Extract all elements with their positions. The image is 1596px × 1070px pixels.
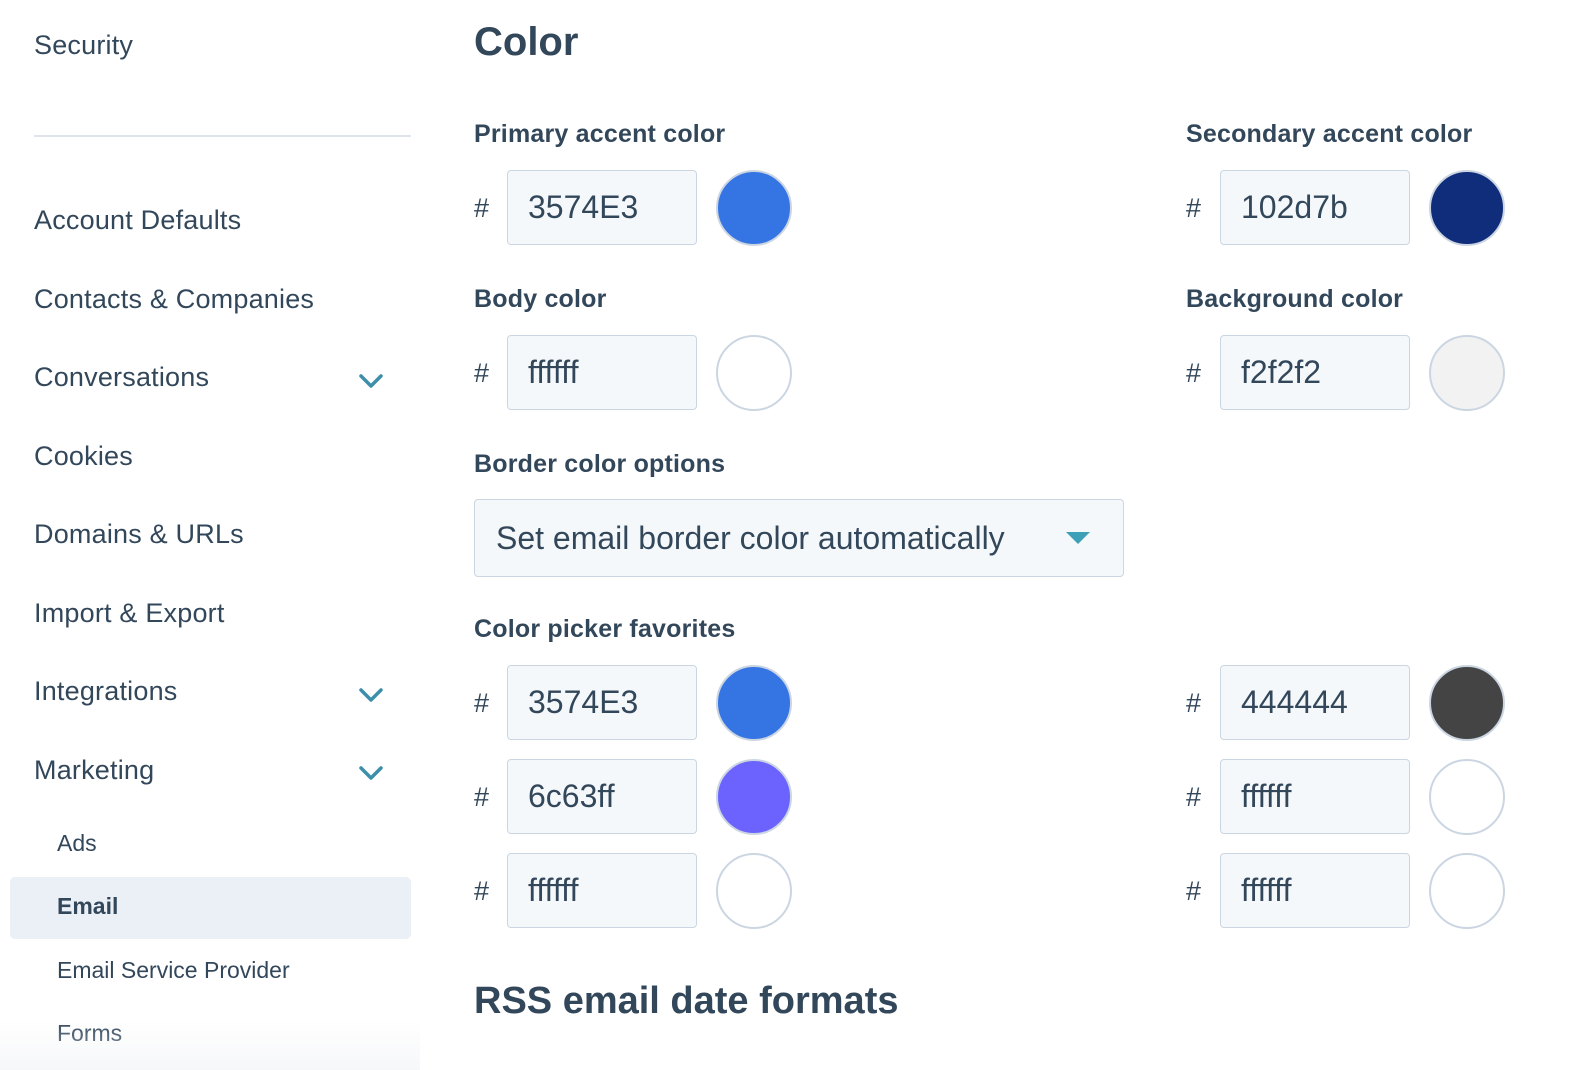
border-color-select[interactable]: Set email border color automatically [474, 499, 1124, 577]
sidebar-item-contacts-companies[interactable]: Contacts & Companies [34, 284, 314, 315]
sidebar-subitem-email[interactable]: Email [57, 893, 118, 920]
color-picker-favorites-label: Color picker favorites [474, 615, 736, 643]
body-color-input[interactable]: ffffff [507, 335, 697, 410]
background-color-input[interactable]: f2f2f2 [1220, 335, 1410, 410]
primary-accent-label: Primary accent color [474, 120, 726, 148]
hash-prefix: # [474, 193, 490, 223]
favorite-color-input[interactable]: 6c63ff [507, 759, 697, 834]
sidebar-item-cookies[interactable]: Cookies [34, 441, 133, 472]
favorite-color-input[interactable]: 444444 [1220, 665, 1410, 740]
favorite-color-input[interactable]: 3574E3 [507, 665, 697, 740]
sidebar-item-marketing[interactable]: Marketing [34, 755, 154, 786]
favorite-color-swatch[interactable] [716, 853, 792, 929]
hash-prefix: # [1186, 876, 1202, 906]
dropdown-caret-icon [1066, 532, 1090, 544]
sidebar-item-account-defaults[interactable]: Account Defaults [34, 205, 241, 236]
sidebar-divider [34, 135, 411, 137]
secondary-accent-swatch[interactable] [1429, 170, 1505, 246]
favorite-color-swatch[interactable] [1429, 853, 1505, 929]
secondary-accent-label: Secondary accent color [1186, 120, 1473, 148]
sidebar-subitem-email-service-provider[interactable]: Email Service Provider [57, 957, 290, 984]
settings-sidebar: Security Account Defaults Contacts & Com… [0, 0, 420, 1070]
primary-accent-input[interactable]: 3574E3 [507, 170, 697, 245]
chevron-down-icon[interactable] [357, 372, 385, 390]
favorite-color-input[interactable]: ffffff [1220, 759, 1410, 834]
sidebar-item-integrations[interactable]: Integrations [34, 676, 178, 707]
body-color-swatch[interactable] [716, 335, 792, 411]
hash-prefix: # [474, 358, 490, 388]
border-color-options-label: Border color options [474, 450, 726, 478]
hash-prefix: # [1186, 193, 1202, 223]
favorite-color-swatch[interactable] [716, 665, 792, 741]
border-color-selected-value: Set email border color automatically [496, 520, 1005, 556]
hash-prefix: # [1186, 358, 1202, 388]
chevron-down-icon[interactable] [357, 764, 385, 782]
hash-prefix: # [1186, 782, 1202, 812]
sidebar-item-conversations[interactable]: Conversations [34, 362, 209, 393]
primary-accent-swatch[interactable] [716, 170, 792, 246]
sidebar-item-domains-urls[interactable]: Domains & URLs [34, 519, 244, 550]
favorite-color-swatch[interactable] [716, 759, 792, 835]
favorite-color-swatch[interactable] [1429, 759, 1505, 835]
background-color-label: Background color [1186, 285, 1404, 313]
favorite-color-input[interactable]: ffffff [1220, 853, 1410, 928]
sidebar-item-security[interactable]: Security [34, 30, 133, 61]
sidebar-item-import-export[interactable]: Import & Export [34, 598, 225, 629]
scroll-fade [0, 1020, 420, 1070]
favorite-color-input[interactable]: ffffff [507, 853, 697, 928]
hash-prefix: # [1186, 688, 1202, 718]
body-color-label: Body color [474, 285, 607, 313]
favorite-color-swatch[interactable] [1429, 665, 1505, 741]
section-title-color: Color [474, 20, 579, 64]
section-title-rss-date-formats: RSS email date formats [474, 980, 899, 1022]
secondary-accent-input[interactable]: 102d7b [1220, 170, 1410, 245]
chevron-down-icon[interactable] [357, 686, 385, 704]
hash-prefix: # [474, 782, 490, 812]
background-color-swatch[interactable] [1429, 335, 1505, 411]
hash-prefix: # [474, 688, 490, 718]
sidebar-subitem-ads[interactable]: Ads [57, 830, 97, 857]
hash-prefix: # [474, 876, 490, 906]
